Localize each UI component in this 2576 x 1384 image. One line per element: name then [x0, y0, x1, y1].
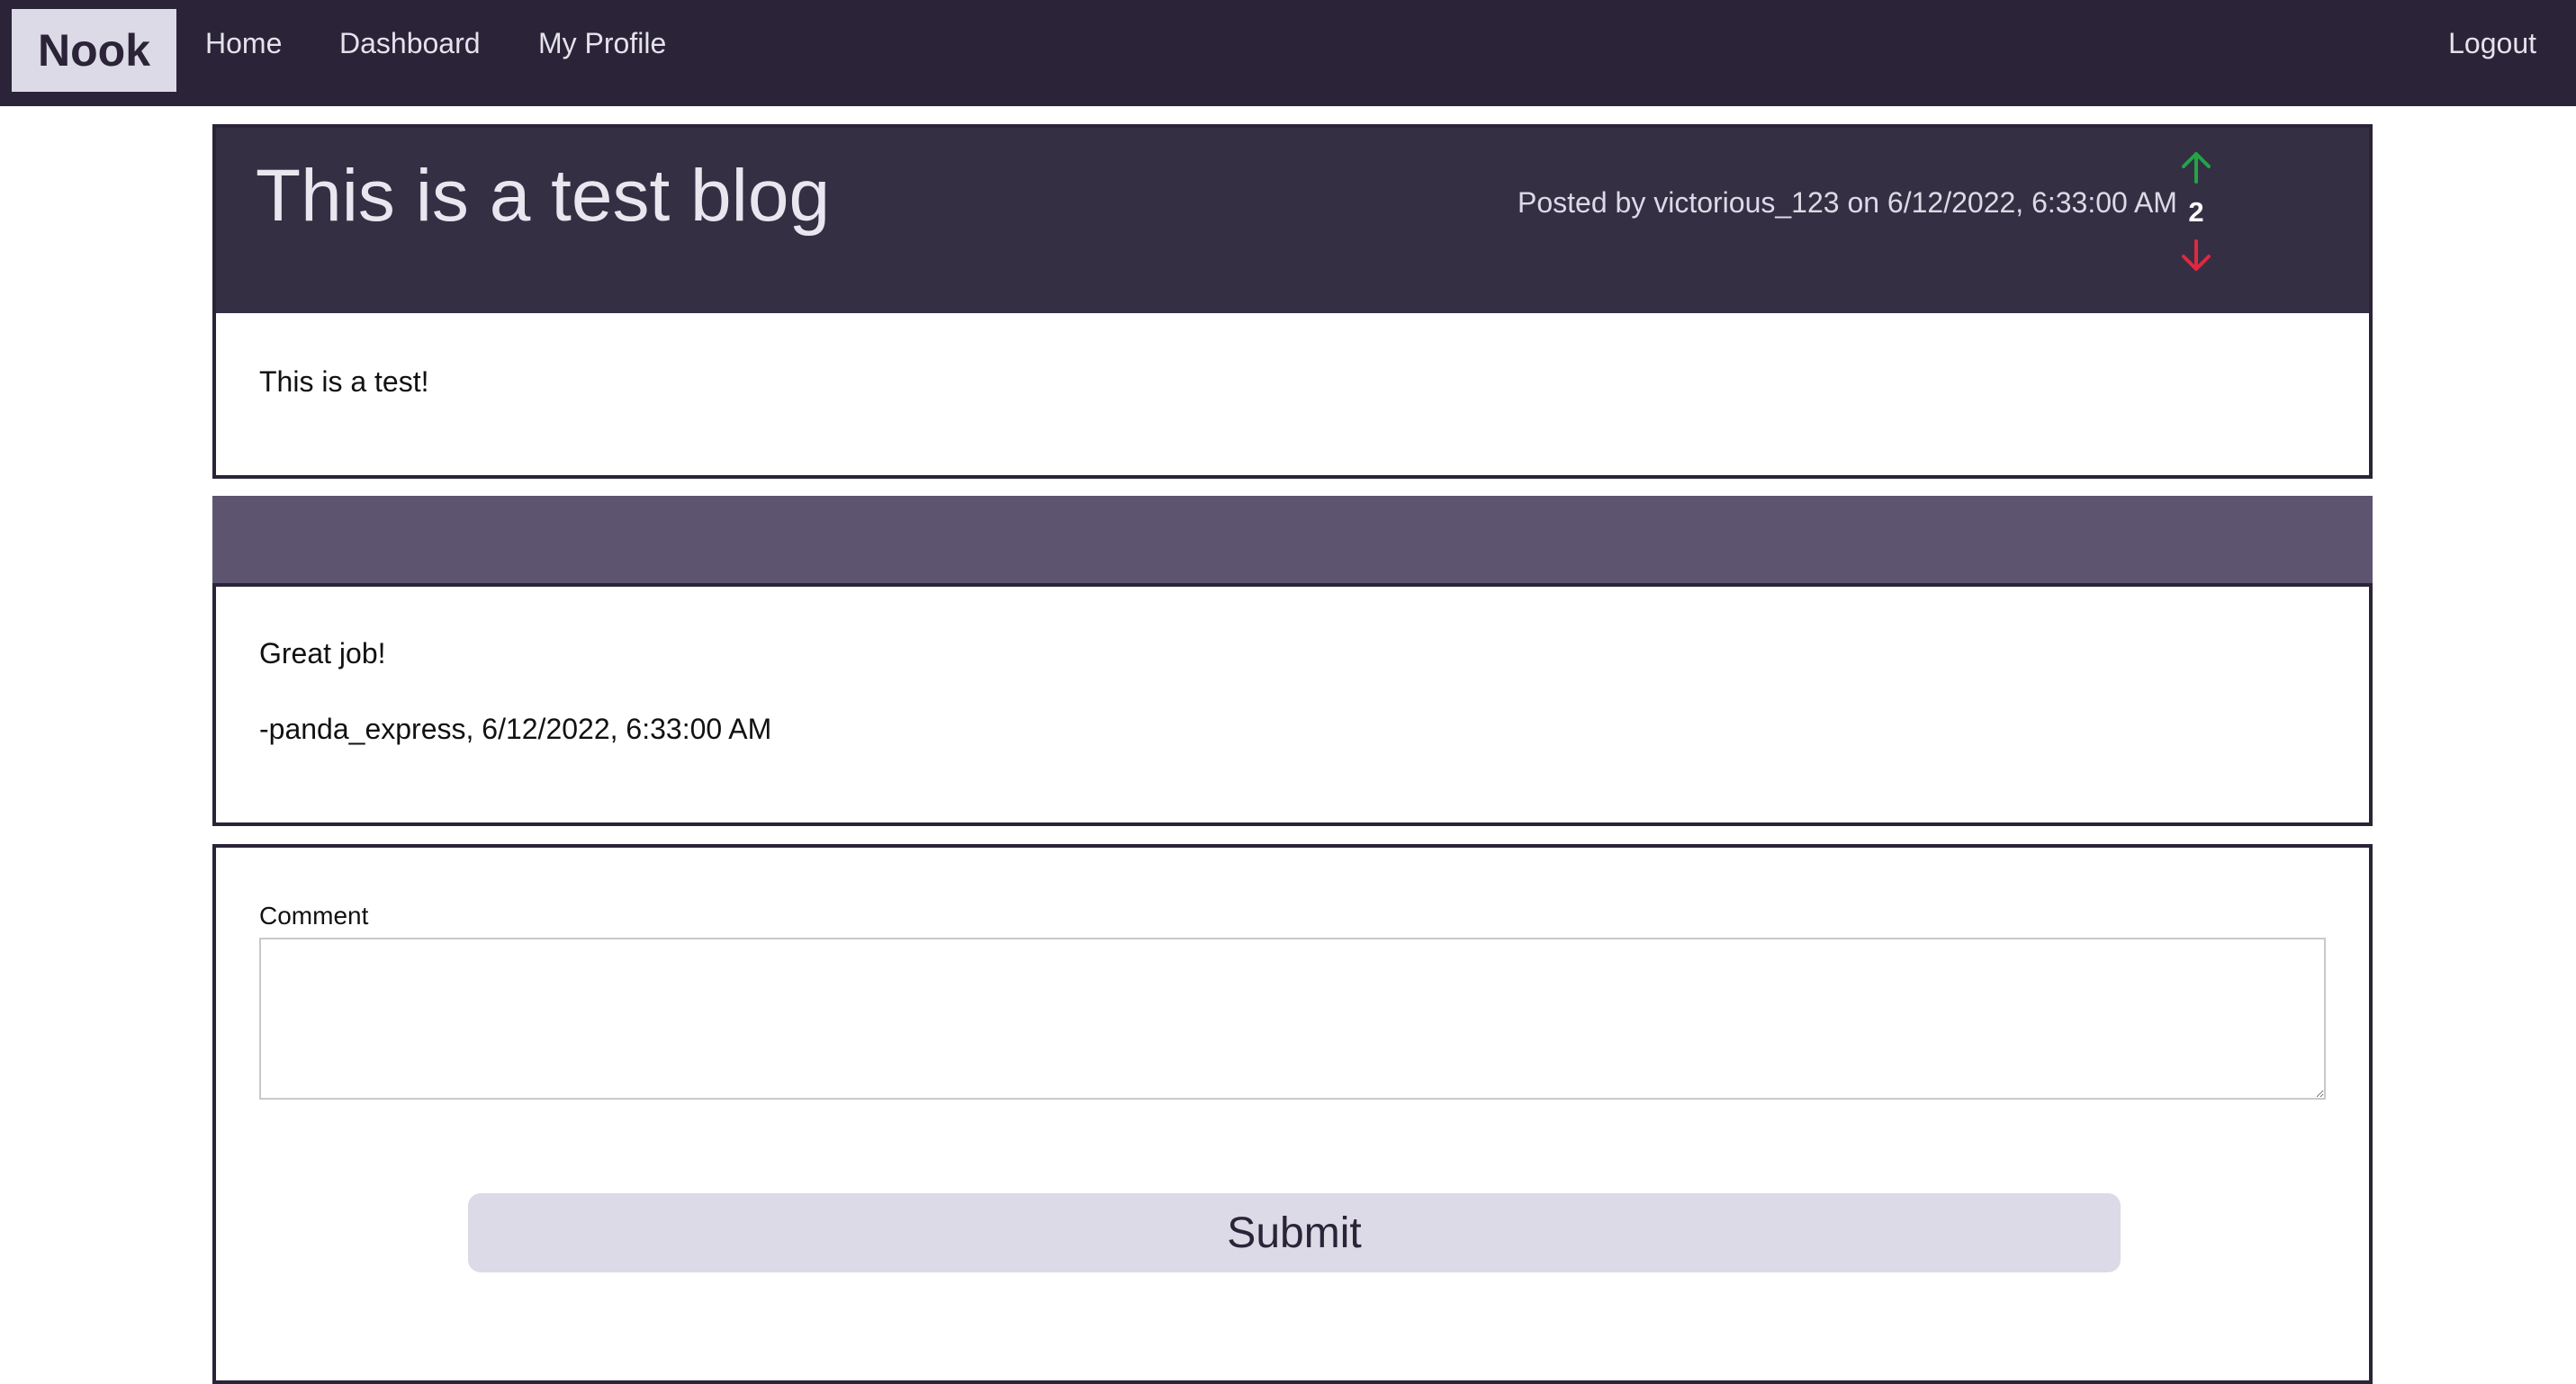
comment-attribution: -panda_express, 6/12/2022, 6:33:00 AM: [259, 713, 772, 745]
navbar: Nook Home Dashboard My Profile Logout: [0, 0, 2576, 106]
post-title: This is a test blog: [256, 155, 831, 237]
comment-card: Great job! -panda_express, 6/12/2022, 6:…: [212, 583, 2373, 826]
comment-label: Comment: [259, 902, 369, 930]
vote-count: 2: [2188, 196, 2204, 228]
comment-text: Great job!: [259, 637, 386, 670]
brand-logo[interactable]: Nook: [12, 9, 176, 92]
vote-widget: 2: [2160, 146, 2232, 281]
post-body: This is a test!: [259, 365, 429, 398]
comment-header: [212, 496, 2373, 584]
post-header: This is a test blog Posted by victorious…: [216, 128, 2369, 313]
comment-textarea[interactable]: [259, 938, 2326, 1100]
logout-link[interactable]: Logout: [2448, 25, 2536, 61]
post-meta: Posted by victorious_123 on 6/12/2022, 6…: [1518, 186, 2177, 219]
arrow-up-icon[interactable]: [2178, 149, 2214, 185]
post-card: This is a test blog Posted by victorious…: [212, 124, 2373, 479]
nav-link-dashboard[interactable]: Dashboard: [339, 25, 481, 61]
nav-link-home[interactable]: Home: [205, 25, 282, 61]
comment-form: Comment Submit: [212, 844, 2373, 1384]
submit-button[interactable]: Submit: [468, 1193, 2121, 1272]
nav-link-my-profile[interactable]: My Profile: [538, 25, 666, 61]
arrow-down-icon[interactable]: [2178, 238, 2214, 274]
